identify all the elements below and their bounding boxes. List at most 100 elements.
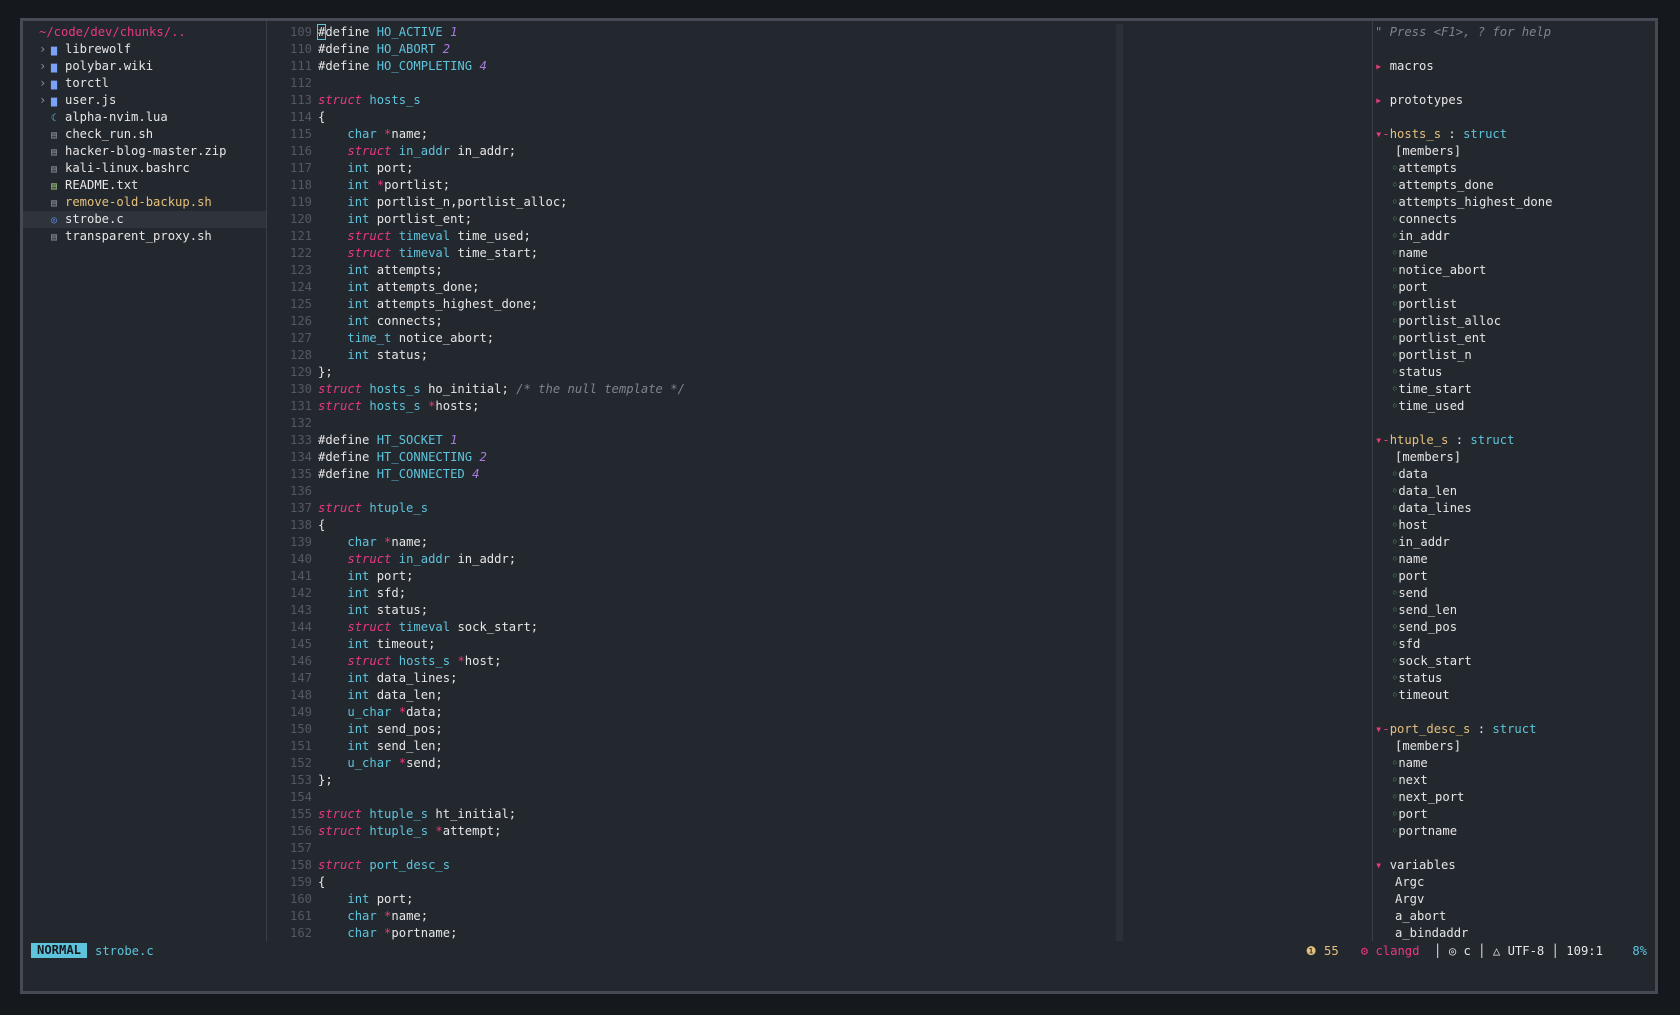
code-line[interactable]: 157 (267, 840, 1137, 857)
file-tree-item[interactable]: › ▆ polybar.wiki (23, 58, 266, 75)
tagbar-outline[interactable]: " Press <F1>, ? for help ▸ macros ▸ protot… (1375, 24, 1655, 944)
code-line[interactable]: 122 struct timeval time_start; (267, 245, 1137, 262)
fold-marker-icon[interactable]: ▾- (1375, 127, 1390, 141)
chevron-right-icon[interactable]: › (39, 58, 51, 75)
code-line[interactable]: 126 int connects; (267, 313, 1137, 330)
code-line[interactable]: 123 int attempts; (267, 262, 1137, 279)
code-line[interactable]: 112 (267, 75, 1137, 92)
lsp-server-name[interactable]: clangd (1375, 944, 1419, 958)
outline-member[interactable]: ◦port (1375, 279, 1655, 296)
outline-members-group[interactable]: [members] (1375, 738, 1655, 755)
outline-variable[interactable]: Argc (1375, 874, 1655, 891)
code-line[interactable]: 142 int sfd; (267, 585, 1137, 602)
outline-struct[interactable]: ▾-hosts_s : struct (1375, 126, 1655, 143)
code-line[interactable]: 148 int data_len; (267, 687, 1137, 704)
outline-member[interactable]: ◦in_addr (1375, 228, 1655, 245)
file-tree-item[interactable]: › ▆ torctl (23, 75, 266, 92)
file-tree-item[interactable]: ▤ remove-old-backup.sh (23, 194, 266, 211)
code-line[interactable]: 119 int portlist_n,portlist_alloc; (267, 194, 1137, 211)
file-tree-item[interactable]: ▤ README.txt (23, 177, 266, 194)
file-tree-item[interactable]: ▤ transparent_proxy.sh (23, 228, 266, 245)
outline-member[interactable]: ◦attempts_done (1375, 177, 1655, 194)
code-editor[interactable]: 109 #define HO_ACTIVE 1 110 #define HO_ABOR… (267, 24, 1137, 944)
code-line[interactable]: 118 int *portlist; (267, 177, 1137, 194)
outline-member[interactable]: ◦time_start (1375, 381, 1655, 398)
code-line[interactable]: 135 #define HT_CONNECTED 4 (267, 466, 1137, 483)
fold-marker-icon[interactable]: ▸ (1375, 59, 1390, 73)
split-divider-right[interactable] (1372, 21, 1373, 941)
fold-marker-icon[interactable]: ▸ (1375, 93, 1390, 107)
outline-member[interactable]: ◦host (1375, 517, 1655, 534)
code-line[interactable]: 129}; (267, 364, 1137, 381)
fold-marker-icon[interactable]: ▾ (1375, 858, 1390, 872)
file-tree-item[interactable]: ▤ check_run.sh (23, 126, 266, 143)
code-line[interactable]: 141 int port; (267, 568, 1137, 585)
code-line[interactable]: 153}; (267, 772, 1137, 789)
outline-member[interactable]: ◦data_len (1375, 483, 1655, 500)
outline-member[interactable]: ◦name (1375, 755, 1655, 772)
outline-member[interactable]: ◦next (1375, 772, 1655, 789)
code-line[interactable]: 158 struct port_desc_s (267, 857, 1137, 874)
code-line[interactable]: 145 int timeout; (267, 636, 1137, 653)
file-tree-item[interactable]: › ▆ user.js (23, 92, 266, 109)
code-line[interactable]: 113 struct hosts_s (267, 92, 1137, 109)
outline-struct[interactable]: ▾-port_desc_s : struct (1375, 721, 1655, 738)
file-tree-item[interactable]: ▤ kali-linux.bashrc (23, 160, 266, 177)
outline-members-group[interactable]: [members] (1375, 143, 1655, 160)
outline-member[interactable]: ◦send (1375, 585, 1655, 602)
code-line[interactable]: 156 struct htuple_s *attempt; (267, 823, 1137, 840)
outline-struct[interactable]: ▾-htuple_s : struct (1375, 432, 1655, 449)
outline-member[interactable]: ◦time_used (1375, 398, 1655, 415)
outline-member[interactable]: ◦portlist_n (1375, 347, 1655, 364)
outline-member[interactable]: ◦sock_start (1375, 653, 1655, 670)
code-line[interactable]: 124 int attempts_done; (267, 279, 1137, 296)
outline-member[interactable]: ◦portname (1375, 823, 1655, 840)
outline-variable[interactable]: a_abort (1375, 908, 1655, 925)
outline-section[interactable]: ▸ prototypes (1375, 92, 1655, 109)
code-line[interactable]: 146 struct hosts_s *host; (267, 653, 1137, 670)
code-line[interactable]: 137 struct htuple_s (267, 500, 1137, 517)
outline-member[interactable]: ◦data_lines (1375, 500, 1655, 517)
outline-variable[interactable]: a_bindaddr (1375, 925, 1655, 942)
outline-member[interactable]: ◦name (1375, 551, 1655, 568)
fold-marker-icon[interactable]: ▾- (1375, 433, 1390, 447)
outline-member[interactable]: ◦port (1375, 806, 1655, 823)
outline-member[interactable]: ◦portlist (1375, 296, 1655, 313)
outline-member[interactable]: ◦name (1375, 245, 1655, 262)
code-line[interactable]: 140 struct in_addr in_addr; (267, 551, 1137, 568)
outline-member[interactable]: ◦in_addr (1375, 534, 1655, 551)
code-line[interactable]: 116 struct in_addr in_addr; (267, 143, 1137, 160)
code-line[interactable]: 132 (267, 415, 1137, 432)
code-line[interactable]: 160 int port; (267, 891, 1137, 908)
file-tree-item[interactable]: ▤ hacker-blog-master.zip (23, 143, 266, 160)
code-line[interactable]: 128 int status; (267, 347, 1137, 364)
code-line[interactable]: 138 { (267, 517, 1137, 534)
code-line[interactable]: 117 int port; (267, 160, 1137, 177)
code-line[interactable]: 144 struct timeval sock_start; (267, 619, 1137, 636)
code-line[interactable]: 125 int attempts_highest_done; (267, 296, 1137, 313)
outline-member[interactable]: ◦next_port (1375, 789, 1655, 806)
fold-marker-icon[interactable]: ▾- (1375, 722, 1390, 736)
outline-member[interactable]: ◦attempts_highest_done (1375, 194, 1655, 211)
code-line[interactable]: 115 char *name; (267, 126, 1137, 143)
code-line[interactable]: 111 #define HO_COMPLETING 4 (267, 58, 1137, 75)
outline-variable[interactable]: Argv (1375, 891, 1655, 908)
chevron-right-icon[interactable]: › (39, 41, 51, 58)
chevron-right-icon[interactable]: › (39, 92, 51, 109)
outline-members-group[interactable]: [members] (1375, 449, 1655, 466)
code-line[interactable]: 136 (267, 483, 1137, 500)
code-line[interactable]: 150 int send_pos; (267, 721, 1137, 738)
outline-member[interactable]: ◦connects (1375, 211, 1655, 228)
outline-member[interactable]: ◦data (1375, 466, 1655, 483)
code-line[interactable]: 154 (267, 789, 1137, 806)
outline-member[interactable]: ◦notice_abort (1375, 262, 1655, 279)
outline-member[interactable]: ◦port (1375, 568, 1655, 585)
command-line[interactable] (23, 961, 1655, 991)
code-line[interactable]: 151 int send_len; (267, 738, 1137, 755)
file-tree-root[interactable]: ~/code/dev/chunks/.. (23, 24, 266, 41)
code-line[interactable]: 109 #define HO_ACTIVE 1 (267, 24, 1137, 41)
code-line[interactable]: 161 char *name; (267, 908, 1137, 925)
code-line[interactable]: 162 char *portname; (267, 925, 1137, 942)
code-line[interactable]: 155 struct htuple_s ht_initial; (267, 806, 1137, 823)
outline-member[interactable]: ◦timeout (1375, 687, 1655, 704)
